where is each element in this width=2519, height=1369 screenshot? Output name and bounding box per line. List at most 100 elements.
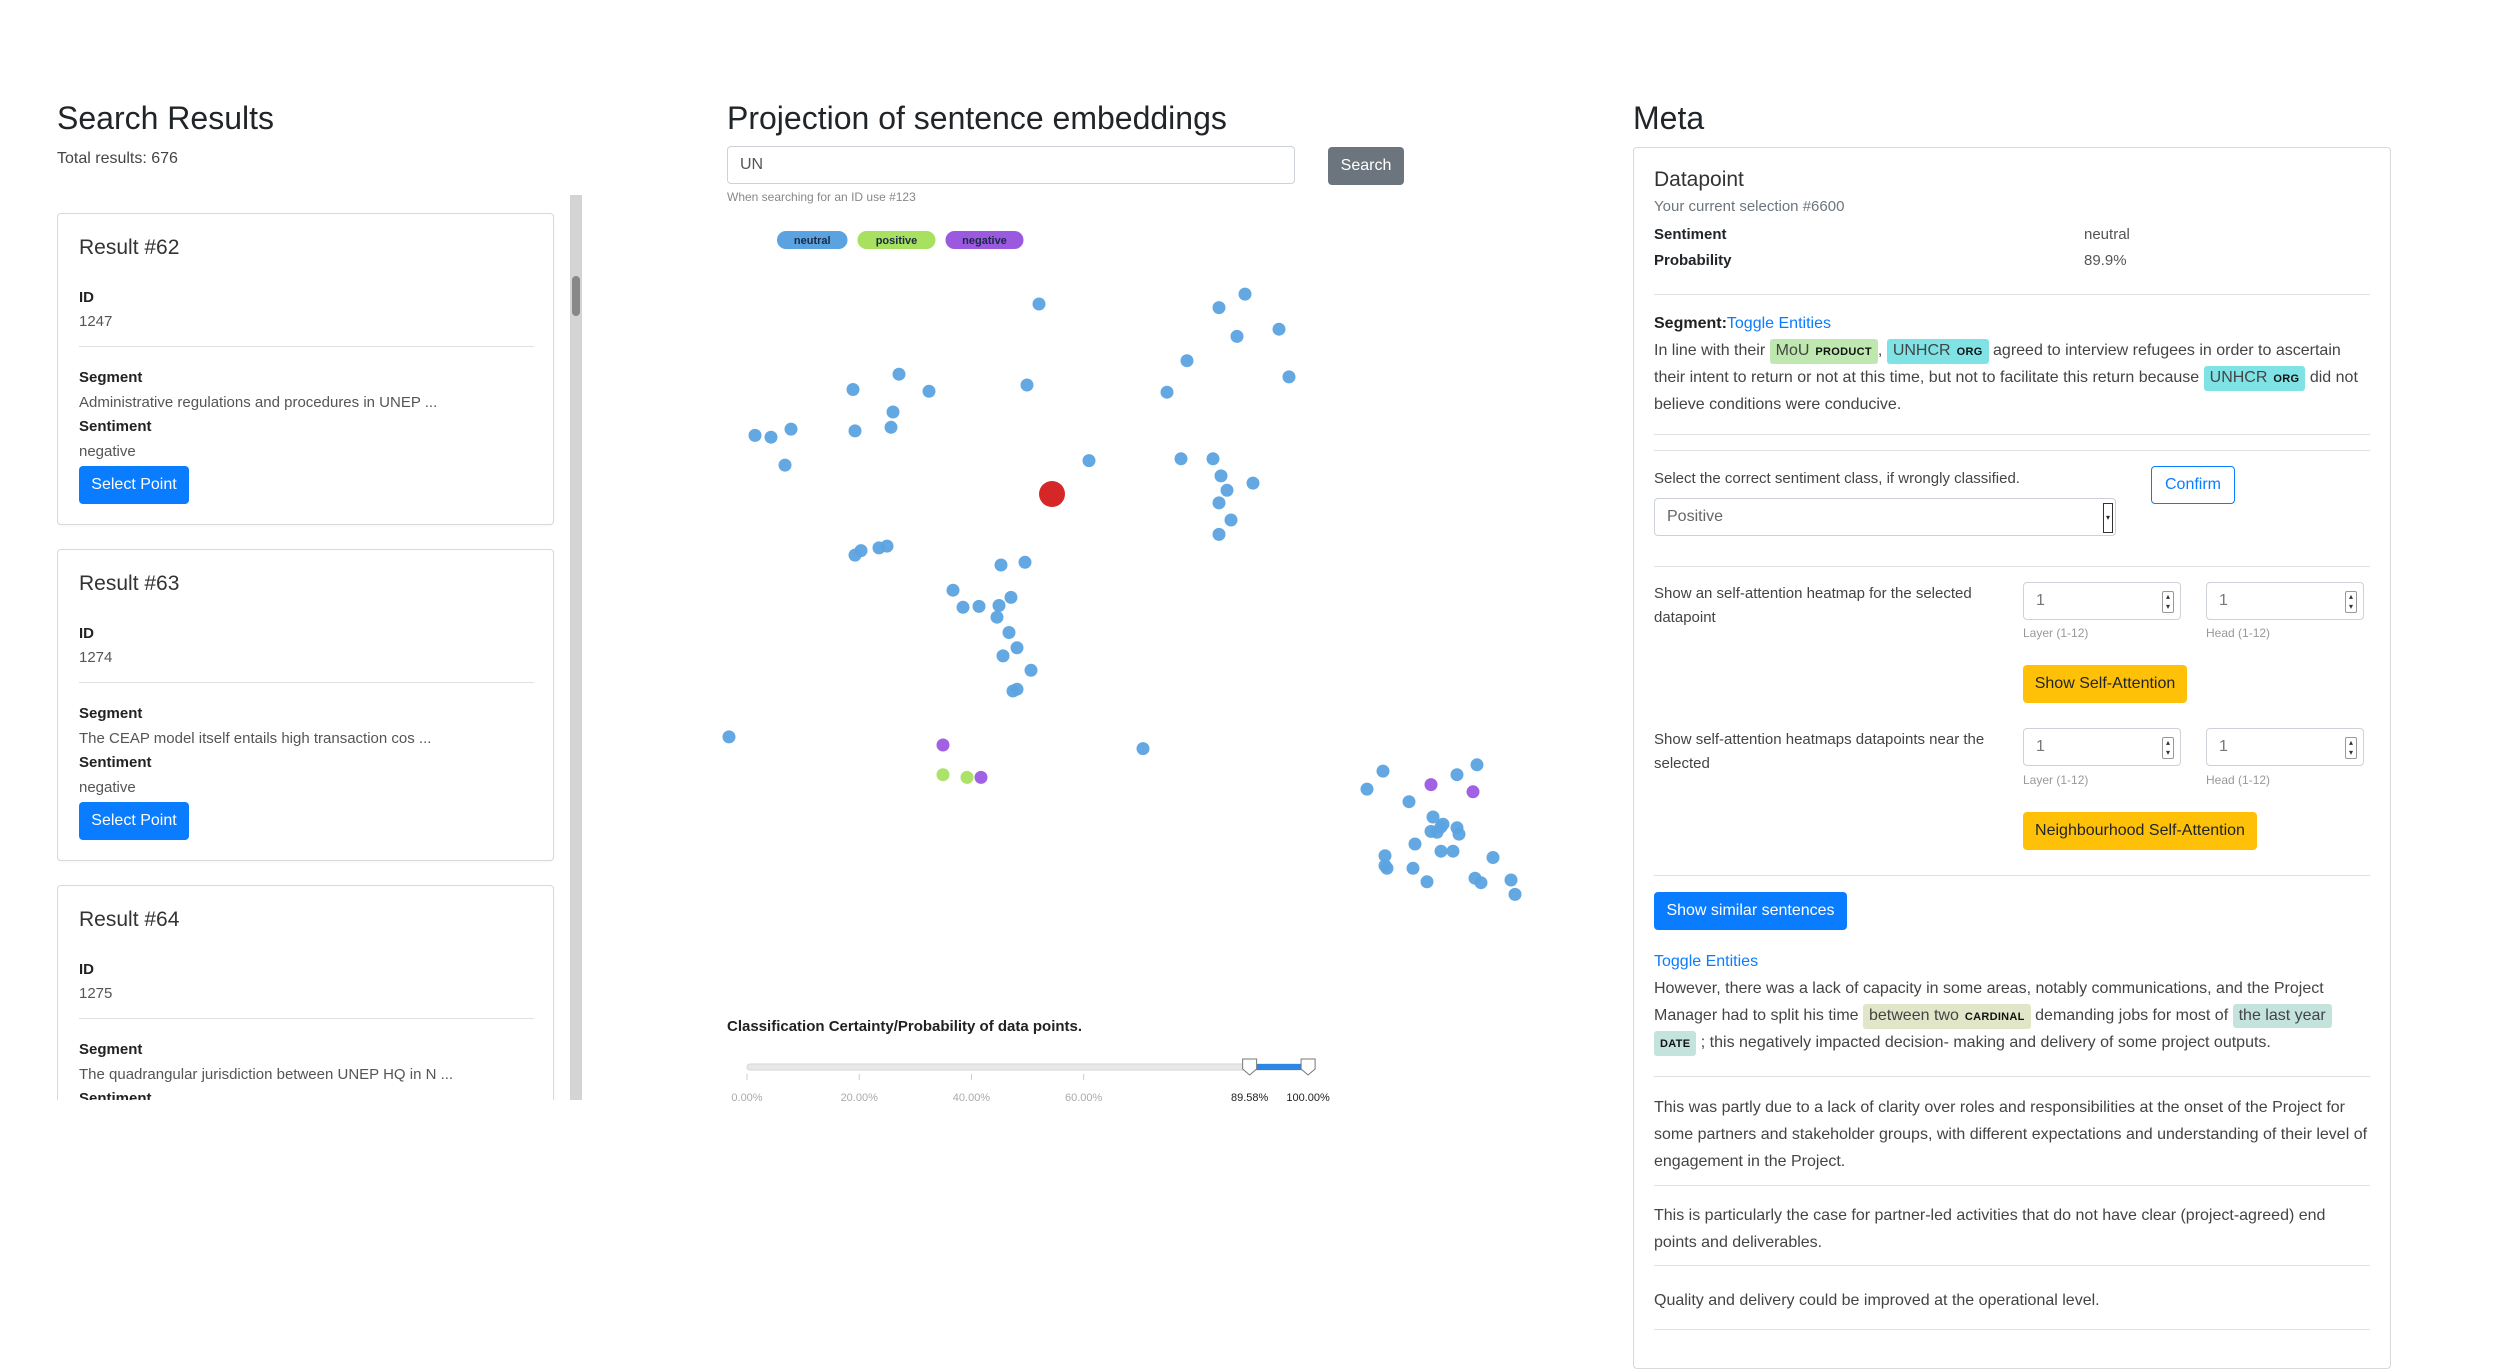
search-button[interactable]: Search	[1328, 147, 1404, 185]
neutral-point[interactable]	[1224, 513, 1238, 527]
stepper-icon[interactable]: ▴ ▾	[2162, 591, 2174, 613]
neutral-point[interactable]	[886, 405, 900, 419]
positive-point[interactable]	[936, 768, 950, 782]
neighbourhood-head-input[interactable]: 1 ▴ ▾	[2206, 728, 2364, 766]
certainty-range-slider[interactable]: 0.00% 20.00% 40.00% 60.00% 89.58% 100.00%	[727, 1050, 1387, 1120]
show-similar-sentences-button[interactable]: Show similar sentences	[1654, 892, 1847, 930]
neutral-point[interactable]	[1282, 370, 1296, 384]
neutral-point[interactable]	[1018, 555, 1032, 569]
neutral-point[interactable]	[778, 458, 792, 472]
neutral-point[interactable]	[1032, 297, 1046, 311]
neutral-point[interactable]	[1238, 287, 1252, 301]
head-input[interactable]: 1 ▴ ▾	[2206, 582, 2364, 620]
neutral-point[interactable]	[1004, 590, 1018, 604]
neutral-point[interactable]	[1420, 875, 1434, 889]
neutral-point[interactable]	[1206, 452, 1220, 466]
neutral-point[interactable]	[1180, 354, 1194, 368]
neutral-point[interactable]	[990, 610, 1004, 624]
neutral-point[interactable]	[1174, 452, 1188, 466]
points[interactable]	[722, 287, 1522, 901]
negative-point[interactable]	[1466, 785, 1480, 799]
toggle-entities-link[interactable]: Toggle Entities	[1654, 953, 1758, 970]
neutral-point[interactable]	[1446, 844, 1460, 858]
slider-handle-low[interactable]	[1242, 1058, 1258, 1076]
neighbourhood-self-attention-button[interactable]: Neighbourhood Self-Attention	[2023, 812, 2257, 850]
neutral-point[interactable]	[1376, 764, 1390, 778]
neutral-point[interactable]	[1136, 742, 1150, 756]
neutral-point[interactable]	[848, 548, 862, 562]
layer-input[interactable]: 1 ▴ ▾	[2023, 582, 2181, 620]
neutral-point[interactable]	[1408, 837, 1422, 851]
search-input[interactable]	[727, 146, 1295, 184]
neutral-point[interactable]	[1214, 469, 1228, 483]
neutral-point[interactable]	[1402, 795, 1416, 809]
neutral-point[interactable]	[1452, 827, 1466, 841]
show-self-attention-button[interactable]: Show Self-Attention	[2023, 665, 2187, 703]
neutral-point[interactable]	[1024, 663, 1038, 677]
slider-track[interactable]	[746, 1063, 1313, 1071]
stepper-icon[interactable]: ▴ ▾	[2345, 737, 2357, 759]
neutral-point[interactable]	[1230, 329, 1244, 343]
scrollbar[interactable]	[570, 195, 582, 1100]
divider	[79, 346, 534, 347]
negative-point[interactable]	[974, 770, 988, 784]
neutral-point[interactable]	[922, 384, 936, 398]
neutral-point[interactable]	[1002, 626, 1016, 639]
neutral-point[interactable]	[1220, 483, 1234, 497]
neutral-point[interactable]	[1486, 851, 1500, 864]
select-point-button[interactable]: Select Point	[79, 802, 189, 840]
neutral-point[interactable]	[1082, 454, 1096, 468]
neutral-point[interactable]	[1020, 378, 1034, 392]
neutral-point[interactable]	[872, 541, 886, 555]
neutral-point[interactable]	[1504, 873, 1518, 887]
neutral-point[interactable]	[1006, 684, 1020, 698]
neutral-point[interactable]	[884, 420, 898, 434]
positive-point[interactable]	[960, 770, 974, 784]
selected-point[interactable]	[1039, 481, 1065, 507]
neutral-point[interactable]	[1212, 496, 1226, 510]
neutral-point[interactable]	[1508, 887, 1522, 901]
neutral-point[interactable]	[848, 424, 862, 438]
negative-point[interactable]	[936, 738, 950, 752]
embedding-scatter-plot[interactable]: neutral positive negative	[713, 215, 1533, 1015]
neutral-point[interactable]	[1160, 385, 1174, 399]
neutral-point[interactable]	[1380, 861, 1394, 875]
neutral-point[interactable]	[994, 558, 1008, 572]
neutral-point[interactable]	[846, 383, 860, 396]
neutral-point[interactable]	[1434, 844, 1448, 858]
neutral-point[interactable]	[748, 428, 762, 442]
slider-handle-high[interactable]	[1300, 1058, 1316, 1076]
neighbourhood-layer-input[interactable]: 1 ▴ ▾	[2023, 728, 2181, 766]
neutral-point[interactable]	[1450, 768, 1464, 782]
negative-point[interactable]	[1424, 778, 1438, 792]
neutral-point[interactable]	[992, 599, 1006, 612]
sentiment-select[interactable]: Positive ▾	[1654, 498, 2116, 536]
neutral-point[interactable]	[722, 730, 736, 744]
neutral-point[interactable]	[996, 649, 1010, 663]
neutral-point[interactable]	[764, 430, 778, 444]
neutral-point[interactable]	[1010, 641, 1024, 655]
select-point-button[interactable]: Select Point	[79, 466, 189, 504]
stepper-icon[interactable]: ▴ ▾	[2162, 737, 2174, 759]
neutral-point[interactable]	[1430, 825, 1444, 839]
toggle-entities-link[interactable]: Toggle Entities	[1727, 315, 1831, 332]
neutral-point[interactable]	[1246, 476, 1260, 490]
confirm-button[interactable]: Confirm	[2151, 466, 2235, 504]
neutral-point[interactable]	[972, 599, 986, 613]
neutral-point[interactable]	[946, 583, 960, 597]
neutral-point[interactable]	[784, 422, 798, 436]
neutral-point[interactable]	[1470, 758, 1484, 772]
neutral-point[interactable]	[1212, 301, 1226, 315]
chevron-down-icon: ▾	[2103, 503, 2113, 533]
segment-label: Segment	[79, 369, 143, 386]
stepper-icon[interactable]: ▴ ▾	[2345, 591, 2357, 613]
neutral-point[interactable]	[1212, 527, 1226, 541]
neutral-point[interactable]	[956, 600, 970, 614]
neutral-point[interactable]	[1406, 861, 1420, 875]
results-list[interactable]: Result #62 ID 1247 Segment Administrativ…	[57, 195, 582, 1100]
neutral-point[interactable]	[1360, 782, 1374, 796]
neutral-point[interactable]	[892, 367, 906, 381]
scrollbar-thumb[interactable]	[572, 276, 580, 316]
neutral-point[interactable]	[1474, 876, 1488, 890]
neutral-point[interactable]	[1272, 322, 1286, 336]
